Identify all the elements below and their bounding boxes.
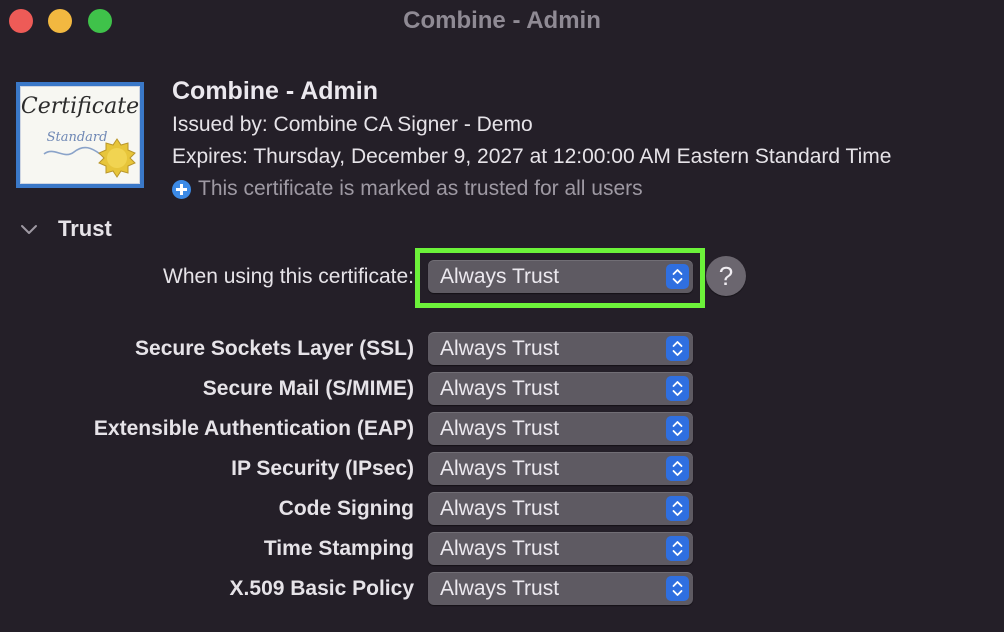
when-using-popup[interactable]: Always Trust — [428, 260, 693, 293]
updown-chevron-icon — [666, 576, 689, 601]
ssl-popup[interactable]: Always Trust — [428, 332, 693, 365]
updown-chevron-icon — [666, 496, 689, 521]
trust-section-title: Trust — [58, 216, 112, 241]
ssl-value: Always Trust — [440, 337, 560, 360]
certificate-name: Combine - Admin — [172, 77, 379, 105]
help-button[interactable]: ? — [706, 256, 746, 296]
x509-popup[interactable]: Always Trust — [428, 572, 693, 605]
eap-label: Extensible Authentication (EAP) — [93, 417, 414, 440]
eap-value: Always Trust — [440, 417, 560, 440]
gold-seal-icon — [98, 138, 136, 178]
x509-value: Always Trust — [440, 577, 560, 600]
updown-chevron-icon — [666, 336, 689, 361]
updown-chevron-icon — [666, 264, 689, 289]
updown-chevron-icon — [666, 416, 689, 441]
ssl-label: Secure Sockets Layer (SSL) — [135, 337, 414, 360]
trust-section-toggle[interactable]: Trust — [20, 214, 112, 244]
window-title: Combine - Admin — [403, 7, 601, 34]
time-stamping-popup[interactable]: Always Trust — [428, 532, 693, 565]
ipsec-label: IP Security (IPsec) — [231, 457, 414, 480]
trusted-status: This certificate is marked as trusted fo… — [172, 176, 643, 202]
issued-by-text: Issued by: Combine CA Signer - Demo — [172, 113, 533, 136]
when-using-value: Always Trust — [440, 265, 560, 288]
code-signing-value: Always Trust — [440, 497, 560, 520]
smime-popup[interactable]: Always Trust — [428, 372, 693, 405]
updown-chevron-icon — [666, 536, 689, 561]
smime-value: Always Trust — [440, 377, 560, 400]
swirl-decoration-icon — [43, 146, 101, 156]
plus-circle-icon — [172, 179, 191, 199]
expires-text: Expires: Thursday, December 9, 2027 at 1… — [172, 145, 892, 168]
code-signing-popup[interactable]: Always Trust — [428, 492, 693, 525]
eap-popup[interactable]: Always Trust — [428, 412, 693, 445]
certificate-icon-title: Certificate — [20, 94, 140, 119]
time-stamping-label: Time Stamping — [263, 537, 414, 560]
certificate-icon: Certificate Standard — [16, 82, 144, 188]
trusted-status-text: This certificate is marked as trusted fo… — [198, 177, 643, 200]
time-stamping-value: Always Trust — [440, 537, 560, 560]
x509-label: X.509 Basic Policy — [229, 577, 414, 600]
updown-chevron-icon — [666, 376, 689, 401]
when-using-label: When using this certificate: — [163, 265, 414, 288]
smime-label: Secure Mail (S/MIME) — [202, 377, 414, 400]
updown-chevron-icon — [666, 456, 689, 481]
ipsec-popup[interactable]: Always Trust — [428, 452, 693, 485]
ipsec-value: Always Trust — [440, 457, 560, 480]
code-signing-label: Code Signing — [278, 497, 414, 520]
chevron-down-icon — [21, 225, 37, 234]
